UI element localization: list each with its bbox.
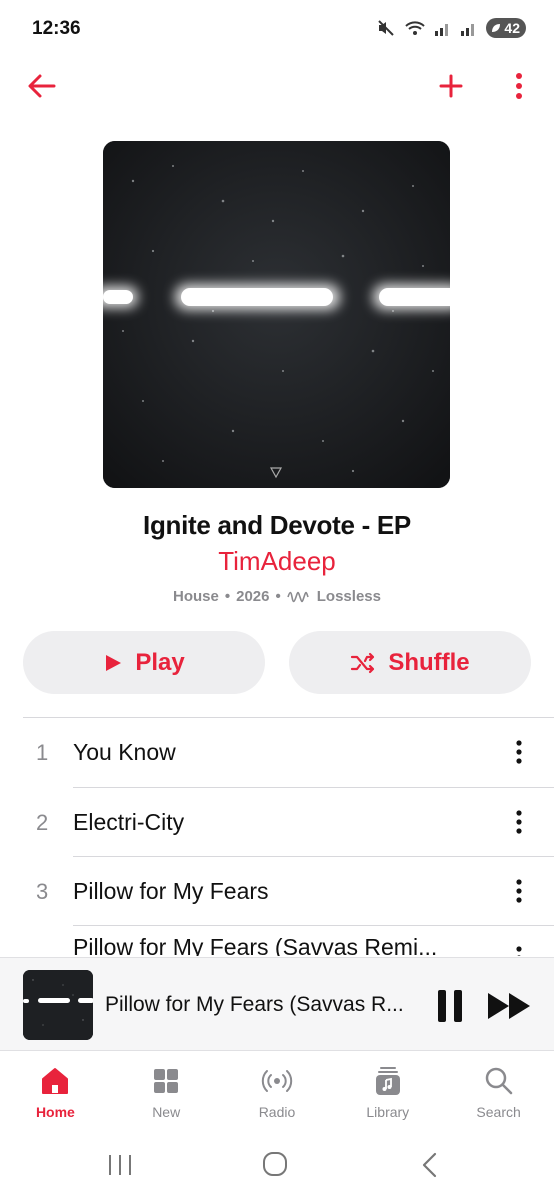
shuffle-icon (351, 652, 375, 673)
search-icon (485, 1067, 512, 1095)
tab-radio[interactable]: Radio (222, 1052, 333, 1132)
signal-icon (435, 24, 449, 36)
tab-bar: Home New Radio Library Search (0, 1052, 554, 1132)
signal-icon-2 (461, 24, 475, 36)
add-icon[interactable] (436, 70, 466, 102)
more-vertical-icon[interactable] (504, 68, 534, 104)
battery-level: 42 (504, 20, 520, 36)
home-button-icon[interactable] (255, 1150, 295, 1180)
album-genre: House (173, 588, 219, 605)
more-vertical-icon[interactable] (506, 808, 532, 836)
leaf-icon (492, 24, 501, 32)
play-icon (106, 654, 122, 671)
play-button[interactable]: Play (23, 631, 265, 694)
home-icon (42, 1068, 69, 1094)
track-title: You Know (73, 739, 176, 765)
status-time: 12:36 (32, 18, 81, 39)
grid-icon (154, 1069, 179, 1093)
album-artwork (103, 141, 450, 488)
status-icons: 42 (376, 18, 526, 38)
library-icon (375, 1067, 400, 1095)
recent-apps-icon[interactable] (100, 1150, 140, 1180)
tab-search[interactable]: Search (443, 1052, 554, 1132)
shuffle-button-label: Shuffle (388, 648, 470, 676)
track-title: Electri-City (73, 809, 185, 835)
tab-label: Radio (258, 1104, 296, 1120)
radio-icon (261, 1070, 293, 1092)
meta-separator: • (275, 588, 281, 605)
tab-label: Search (476, 1104, 521, 1120)
fast-forward-icon[interactable] (486, 990, 532, 1022)
track-number: 1 (36, 740, 49, 765)
album-year: 2026 (236, 588, 270, 605)
mini-player-title: Pillow for My Fears (Savvas R... (105, 993, 404, 1016)
track-title: Pillow for My Fears (Savvas Remi... (73, 934, 438, 956)
pause-icon[interactable] (434, 988, 466, 1024)
track-number: 3 (36, 879, 49, 904)
meta-separator: • (224, 588, 231, 605)
track-row[interactable]: 1 You Know (0, 718, 554, 787)
battery-indicator: 42 (486, 18, 526, 38)
track-number: 2 (36, 810, 49, 835)
status-bar: 12:36 42 (0, 0, 554, 60)
mute-icon (378, 20, 395, 36)
wifi-icon (405, 21, 426, 35)
album-title: Ignite and Devote - EP (143, 510, 411, 540)
back-button-icon[interactable] (410, 1150, 450, 1180)
system-navigation-bar (0, 1140, 554, 1200)
lossless-icon (287, 591, 309, 602)
album-quality: Lossless (316, 588, 381, 605)
album-meta: House • 2026 • Lossless (0, 588, 554, 605)
more-vertical-icon[interactable] (506, 877, 532, 905)
track-row[interactable]: Pillow for My Fears (Savvas Remi... (0, 926, 554, 956)
album-artist-link[interactable]: TimAdeep (0, 546, 554, 577)
track-title: Pillow for My Fears (73, 878, 269, 904)
more-vertical-icon[interactable] (506, 738, 532, 766)
track-row[interactable]: 2 Electri-City (0, 788, 554, 857)
tab-new[interactable]: New (111, 1052, 222, 1132)
shuffle-button[interactable]: Shuffle (289, 631, 531, 694)
tab-home[interactable]: Home (0, 1052, 111, 1132)
tab-label: New (152, 1104, 181, 1120)
mini-player[interactable]: Pillow for My Fears (Savvas R... (0, 957, 554, 1051)
mini-player-artwork (23, 970, 93, 1040)
back-arrow-icon[interactable] (24, 68, 60, 104)
more-vertical-icon[interactable] (506, 944, 532, 956)
tab-label: Home (35, 1104, 75, 1120)
tab-label: Library (366, 1104, 410, 1120)
tab-library[interactable]: Library (332, 1052, 443, 1132)
track-row[interactable]: 3 Pillow for My Fears (0, 857, 554, 926)
play-button-label: Play (135, 648, 185, 676)
